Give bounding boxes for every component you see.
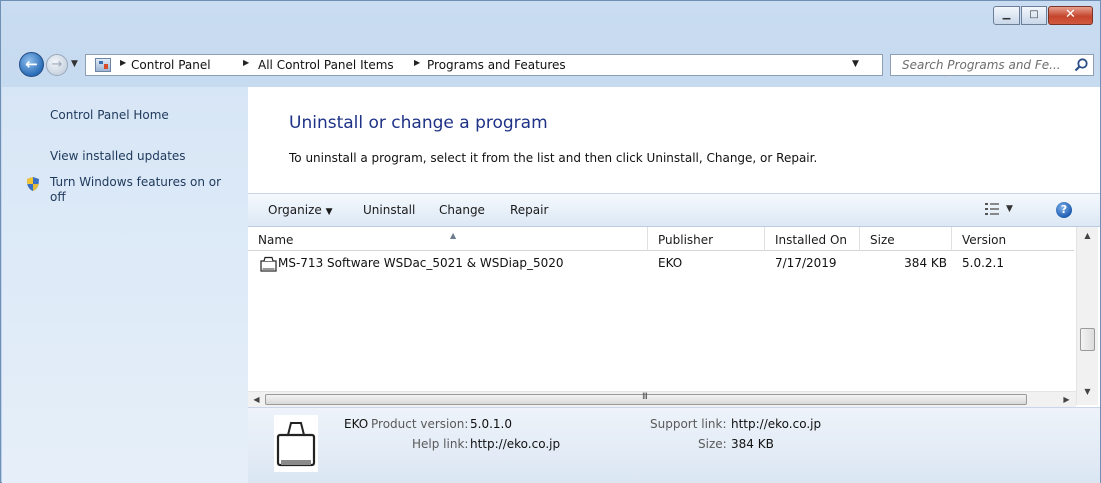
change-button[interactable]: Change — [439, 203, 485, 217]
control-panel-icon — [95, 58, 111, 72]
address-bar[interactable]: ▶ Control Panel ▶ All Control Panel Item… — [85, 54, 961, 78]
search-input[interactable]: Search Programs and Fe... — [890, 54, 1094, 76]
list-header: Name ▲ Publisher Installed On Size Versio… — [248, 227, 1074, 251]
turn-windows-features-link[interactable]: Turn Windows features on or — [50, 175, 221, 189]
programs-and-features-window: ▁ □ ✕ ← → ▼ ▶ Control Panel ▶ All Contro… — [0, 0, 1101, 483]
column-header-size[interactable]: Size — [860, 227, 952, 251]
horizontal-scroll-thumb[interactable]: III — [265, 392, 1027, 405]
breadcrumb-programs-and-features[interactable]: Programs and Features — [427, 58, 566, 72]
column-name-label: Name — [258, 233, 294, 247]
breadcrumb-control-panel[interactable]: Control Panel — [131, 58, 211, 72]
vertical-scrollbar[interactable]: ▲ ▼ — [1076, 227, 1098, 405]
breadcrumb-all-control-panel-items[interactable]: All Control Panel Items — [258, 58, 394, 72]
repair-button[interactable]: Repair — [510, 203, 548, 217]
maximize-button[interactable]: □ — [1021, 6, 1047, 25]
column-header-publisher[interactable]: Publisher — [648, 227, 765, 251]
size-label: Size: — [698, 437, 727, 451]
size-value: 384 KB — [731, 437, 774, 451]
scroll-down-icon[interactable]: ▼ — [1077, 383, 1098, 400]
view-options-dropdown-icon[interactable]: ▼ — [1006, 204, 1013, 214]
scroll-left-icon[interactable]: ◀ — [248, 392, 265, 407]
vertical-scroll-thumb[interactable] — [1080, 328, 1095, 351]
scroll-grip: III — [642, 392, 648, 402]
navigation-bar: ← → ▼ ▶ Control Panel ▶ All Control Pane… — [1, 52, 1100, 78]
breadcrumb-separator-icon[interactable]: ▶ — [414, 58, 420, 67]
search-icon[interactable] — [1073, 57, 1089, 73]
control-panel-home-link[interactable]: Control Panel Home — [50, 108, 169, 122]
back-button[interactable]: ← — [19, 52, 44, 77]
breadcrumb-separator-icon[interactable]: ▶ — [120, 58, 126, 67]
change-view-icon[interactable] — [985, 203, 999, 215]
breadcrumb-separator-icon[interactable]: ▶ — [243, 58, 249, 67]
recent-pages-dropdown-icon[interactable]: ▼ — [71, 59, 78, 69]
details-publisher: EKO — [344, 417, 369, 431]
close-button[interactable]: ✕ — [1048, 6, 1093, 25]
program-publisher: EKO — [658, 256, 683, 270]
installer-package-icon — [260, 256, 277, 272]
product-version-label: Product version: — [371, 417, 469, 431]
instructions-text: To uninstall a program, select it from t… — [289, 151, 818, 165]
scroll-right-icon[interactable]: ▶ — [1058, 392, 1075, 407]
column-header-version[interactable]: Version — [952, 227, 1074, 251]
uninstall-button[interactable]: Uninstall — [363, 203, 415, 217]
details-pane: EKO Product version: 5.0.1.0 Help link: … — [248, 407, 1100, 483]
installer-package-large-icon — [274, 415, 318, 472]
organize-button[interactable]: Organize ▼ — [268, 203, 333, 217]
program-name: MS-713 Software WSDac_5021 & WSDiap_5020 — [278, 256, 564, 270]
forward-button[interactable]: → — [46, 54, 68, 76]
left-pane: Control Panel Home View installed update… — [2, 87, 248, 483]
support-link-label: Support link: — [650, 417, 727, 431]
program-size: 384 KB — [904, 256, 947, 270]
help-icon[interactable]: ? — [1056, 202, 1072, 218]
horizontal-scrollbar[interactable]: ◀ III ▶ — [248, 391, 1076, 407]
minimize-button[interactable]: ▁ — [993, 6, 1020, 25]
support-link[interactable]: http://eko.co.jp — [731, 417, 821, 431]
page-title: Uninstall or change a program — [289, 113, 548, 133]
title-bar: ▁ □ ✕ — [1, 1, 1100, 45]
turn-windows-features-link-continued[interactable]: off — [50, 190, 66, 204]
main-content: Uninstall or change a program To uninsta… — [248, 87, 1100, 483]
organize-label: Organize — [268, 203, 322, 217]
program-installed-on: 7/17/2019 — [775, 256, 837, 270]
help-link-label: Help link: — [412, 437, 469, 451]
column-header-installed-on[interactable]: Installed On — [765, 227, 860, 251]
scroll-up-icon[interactable]: ▲ — [1077, 227, 1098, 244]
view-installed-updates-link[interactable]: View installed updates — [50, 149, 186, 163]
search-placeholder: Search Programs and Fe... — [902, 58, 1061, 72]
sort-ascending-icon: ▲ — [450, 231, 457, 240]
chevron-down-icon: ▼ — [325, 207, 333, 217]
program-version: 5.0.2.1 — [962, 256, 1004, 270]
column-header-name[interactable]: Name ▲ — [248, 227, 648, 251]
address-dropdown-icon[interactable]: ▼ — [852, 59, 859, 69]
table-row[interactable]: MS-713 Software WSDac_5021 & WSDiap_5020… — [248, 254, 1074, 274]
programs-list: Name ▲ Publisher Installed On Size Versio… — [248, 227, 1100, 407]
product-version-value: 5.0.1.0 — [470, 417, 512, 431]
uac-shield-icon — [27, 177, 39, 191]
help-link[interactable]: http://eko.co.jp — [470, 437, 560, 451]
command-toolbar: Organize ▼ Uninstall Change Repair ▼ ? — [248, 193, 1100, 227]
